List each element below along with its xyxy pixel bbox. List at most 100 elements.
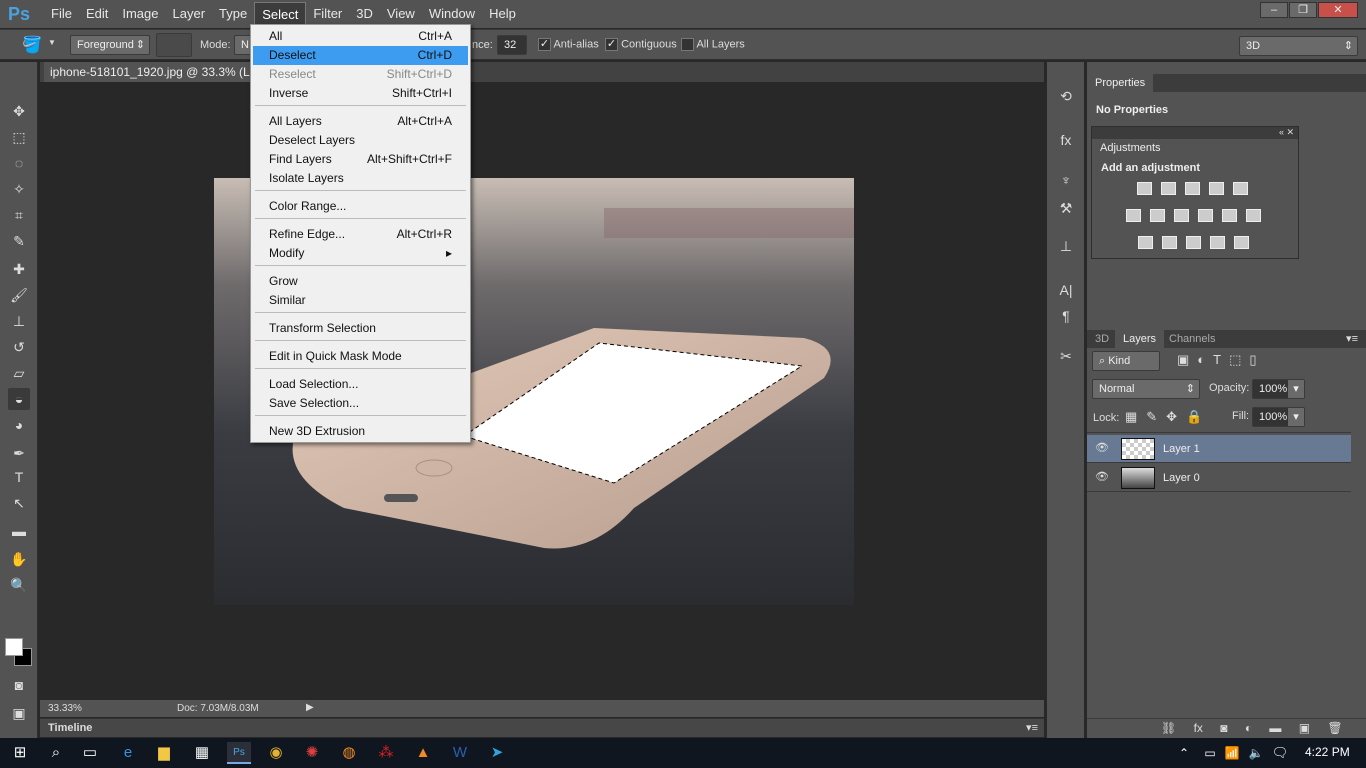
menu-item-color-range[interactable]: Color Range... xyxy=(253,197,468,216)
adjustment-icon[interactable] xyxy=(1222,209,1237,222)
windows-start-icon[interactable]: ⊞ xyxy=(8,742,32,764)
tab-layers[interactable]: Layers xyxy=(1115,330,1165,348)
styles-icon[interactable]: fx xyxy=(1056,132,1076,152)
clone-source-icon[interactable]: ⊥ xyxy=(1056,238,1076,258)
word-icon[interactable]: W xyxy=(448,742,472,764)
menu-item-reselect[interactable]: Reselect Shift+Ctrl+D xyxy=(253,65,468,84)
search-icon[interactable]: ⌕ xyxy=(44,742,68,764)
visibility-eye-icon[interactable]: 👁 xyxy=(1095,441,1109,454)
adjustment-icon[interactable] xyxy=(1210,236,1225,249)
tab-adjustments[interactable]: Adjustments xyxy=(1092,139,1169,157)
menu-select[interactable]: Select xyxy=(254,1,307,27)
paragraph-icon[interactable]: ¶ xyxy=(1056,308,1076,328)
chrome-icon[interactable]: ◉ xyxy=(264,742,288,764)
rectangle-tool-icon[interactable]: ▬ xyxy=(8,520,30,542)
blend-mode-select[interactable]: Normal ⇕ xyxy=(1092,379,1200,399)
menu-view[interactable]: View xyxy=(380,2,422,27)
telegram-icon[interactable]: ➤ xyxy=(485,742,509,764)
visibility-eye-icon[interactable]: 👁 xyxy=(1095,470,1109,483)
history-icon[interactable]: ⟲ xyxy=(1056,88,1076,108)
magic-wand-tool-icon[interactable]: ✧ xyxy=(8,178,30,200)
tab-properties[interactable]: Properties xyxy=(1087,74,1154,92)
adjustment-icon[interactable] xyxy=(1185,182,1200,195)
character-icon[interactable]: A| xyxy=(1056,282,1076,302)
clock[interactable]: 4:22 PM xyxy=(1305,745,1350,759)
adjustment-icon[interactable] xyxy=(1246,209,1261,222)
menu-filter[interactable]: Filter xyxy=(306,2,349,27)
show-hidden-icons[interactable]: ⌃ xyxy=(1172,742,1196,764)
menu-item-edit-in-quick-mask-mode[interactable]: Edit in Quick Mask Mode xyxy=(253,347,468,366)
photoshop-taskbar-icon[interactable]: Ps xyxy=(227,742,251,764)
marquee-tool-icon[interactable]: ⬚ xyxy=(8,126,30,148)
tab-channels[interactable]: Channels xyxy=(1161,330,1223,348)
adjustment-icon[interactable] xyxy=(1126,209,1141,222)
minimize-button[interactable]: ‒ xyxy=(1260,2,1288,18)
tab-3d[interactable]: 3D xyxy=(1087,330,1117,348)
menu-3d[interactable]: 3D xyxy=(349,2,380,27)
quick-mask-icon[interactable]: ◙ xyxy=(8,674,30,696)
type-tool-icon[interactable]: T xyxy=(8,466,30,488)
tools-icon[interactable]: ✂ xyxy=(1056,348,1076,368)
fill-input[interactable]: 100% ▾ xyxy=(1252,407,1305,427)
menu-item-transform-selection[interactable]: Transform Selection xyxy=(253,319,468,338)
menu-item-inverse[interactable]: Inverse Shift+Ctrl+I xyxy=(253,84,468,103)
app-icon[interactable]: ✺ xyxy=(300,742,324,764)
menu-item-load-selection[interactable]: Load Selection... xyxy=(253,375,468,394)
tool-presets-icon[interactable]: ⚒ xyxy=(1056,200,1076,220)
layer-name[interactable]: Layer 1 xyxy=(1163,443,1200,455)
screen-mode-icon[interactable]: ▣ xyxy=(8,702,30,724)
menu-image[interactable]: Image xyxy=(115,2,165,27)
menu-item-all[interactable]: All Ctrl+A xyxy=(253,27,468,46)
clone-stamp-tool-icon[interactable]: ⊥ xyxy=(8,310,30,332)
eyedropper-tool-icon[interactable]: ✎ xyxy=(8,230,30,252)
menu-item-all-layers[interactable]: All Layers Alt+Ctrl+A xyxy=(253,112,468,131)
foreground-color-swatch[interactable] xyxy=(5,638,23,656)
menu-item-isolate-layers[interactable]: Isolate Layers xyxy=(253,169,468,188)
firefox-icon[interactable]: ◍ xyxy=(337,742,361,764)
menu-layer[interactable]: Layer xyxy=(166,2,213,27)
menu-item-refine-edge[interactable]: Refine Edge... Alt+Ctrl+R xyxy=(253,225,468,244)
menu-item-find-layers[interactable]: Find Layers Alt+Shift+Ctrl+F xyxy=(253,150,468,169)
adjustment-icon[interactable] xyxy=(1137,182,1152,195)
vlc-icon[interactable]: ▲ xyxy=(411,742,435,764)
paint-bucket-tool-icon[interactable]: ◒ xyxy=(8,388,30,410)
menu-file[interactable]: File xyxy=(44,2,79,27)
workspace-select[interactable]: 3D ⇕ xyxy=(1239,36,1358,56)
adjustment-icon[interactable] xyxy=(1234,236,1249,249)
menu-type[interactable]: Type xyxy=(212,2,254,27)
pattern-picker[interactable] xyxy=(156,33,192,57)
adjustment-icon[interactable] xyxy=(1233,182,1248,195)
hand-tool-icon[interactable]: ✋ xyxy=(8,548,30,570)
paint-bucket-icon[interactable]: 🪣 xyxy=(22,35,42,55)
healing-brush-tool-icon[interactable]: ✚ xyxy=(8,258,30,280)
all-layers-checkbox[interactable]: All Layers xyxy=(681,38,745,51)
brush-tool-icon[interactable]: 🖌 xyxy=(8,284,30,306)
edge-icon[interactable]: e xyxy=(116,742,140,764)
anti-alias-checkbox[interactable]: ✓ Anti-alias xyxy=(538,38,599,51)
adjustment-icon[interactable] xyxy=(1162,236,1177,249)
path-selection-tool-icon[interactable]: ↖ xyxy=(8,492,30,514)
contiguous-checkbox[interactable]: ✓ Contiguous xyxy=(605,38,677,51)
layers-panel-menu-icon[interactable]: ▾≡ xyxy=(1346,332,1358,345)
close-button[interactable]: ✕ xyxy=(1318,2,1358,18)
lock-icons[interactable]: ▦✎✥🔒 xyxy=(1125,409,1211,425)
menu-item-similar[interactable]: Similar xyxy=(253,291,468,310)
task-view-icon[interactable]: ▭ xyxy=(78,742,102,764)
app-icon[interactable]: ⁂ xyxy=(374,742,398,764)
menu-item-modify[interactable]: Modify ▸ xyxy=(253,244,468,263)
layer-row[interactable]: 👁 Layer 0 xyxy=(1087,464,1351,492)
fill-source-select[interactable]: Foreground ⇕ xyxy=(70,35,150,55)
brush-presets-icon[interactable]: ♆ xyxy=(1056,172,1076,192)
adjustment-icon[interactable] xyxy=(1209,182,1224,195)
menu-help[interactable]: Help xyxy=(482,2,523,27)
tolerance-input[interactable]: 32 xyxy=(497,35,527,55)
battery-icon[interactable]: ▭ xyxy=(1198,742,1222,764)
document-tab[interactable]: iphone-518101_1920.jpg @ 33.3% (Layer 1,… xyxy=(44,62,254,82)
adjustment-icon[interactable] xyxy=(1186,236,1201,249)
menu-edit[interactable]: Edit xyxy=(79,2,115,27)
adjustment-icon[interactable] xyxy=(1150,209,1165,222)
menu-item-save-selection[interactable]: Save Selection... xyxy=(253,394,468,413)
menu-item-grow[interactable]: Grow xyxy=(253,272,468,291)
layer-name[interactable]: Layer 0 xyxy=(1163,472,1200,484)
eraser-tool-icon[interactable]: ▱ xyxy=(8,362,30,384)
